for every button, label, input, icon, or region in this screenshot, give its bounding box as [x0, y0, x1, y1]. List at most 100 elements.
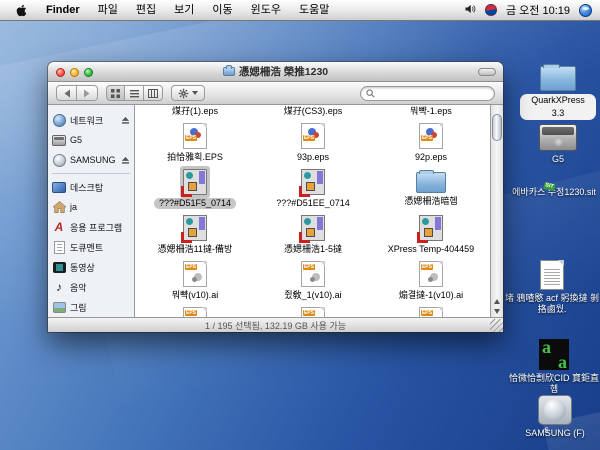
icon-view-button[interactable] [106, 85, 125, 101]
status-bar: 1 / 195 선택됨, 132.19 GB 사용 가능 [48, 317, 503, 332]
menu-edit[interactable]: 편집 [127, 0, 165, 21]
list-view-button[interactable] [125, 85, 144, 101]
ai-file-icon: EPS [183, 307, 207, 317]
scrollbar-thumb[interactable] [492, 114, 502, 141]
asa-font-icon: asa [539, 339, 569, 370]
sidebar-item-documents[interactable]: 도큐멘트 [48, 237, 134, 257]
vertical-scrollbar[interactable] [490, 105, 503, 317]
apple-menu-icon[interactable] [6, 4, 37, 17]
search-input[interactable] [360, 86, 495, 101]
sidebar-item-home[interactable]: ja [48, 197, 134, 217]
file-item[interactable]: EPS 拍恰雅획.EPS [136, 123, 254, 165]
sidebar-item-pictures[interactable]: 그림 [48, 297, 134, 317]
window-title-area: 憑媤柵浩 榮推1230 [223, 64, 328, 79]
file-label: 煤孖(1).eps [167, 106, 223, 117]
eps-file-icon: EPS [419, 123, 443, 149]
sidebar-item-network[interactable]: 네트워크 [48, 110, 134, 130]
sidebar-item-applications[interactable]: A 응용 프로그램 [48, 217, 134, 237]
file-item[interactable]: 憑媤柵浩暗헴 [372, 169, 490, 211]
toolbar-toggle-pill-button[interactable] [478, 68, 496, 76]
minimize-button[interactable] [70, 68, 79, 77]
sidebar-item-samsung[interactable]: SAMSUNG (F) [48, 150, 134, 170]
file-item[interactable]: 憑媤柵浩11撻-備방 [136, 215, 254, 257]
file-label: 煽결撻-1(v10).ai [394, 290, 468, 301]
eps-file-icon: EPS [301, 123, 325, 149]
file-item[interactable]: EPS 93p.eps [254, 123, 372, 165]
menu-extra-icon[interactable] [579, 4, 592, 17]
scroll-down-arrow[interactable] [491, 306, 503, 316]
file-item[interactable]: EPS 쥤敎_1(v10).ai [254, 261, 372, 303]
zoom-button[interactable] [84, 68, 93, 77]
eject-icon[interactable] [121, 156, 130, 164]
desktop-icon-samsung-disk[interactable]: SAMSUNG (F) [514, 395, 596, 439]
action-button[interactable] [171, 85, 205, 101]
sidebar-item-movies[interactable]: 동영상 [48, 257, 134, 277]
ai-file-icon: EPS [301, 261, 325, 287]
file-item[interactable]: EPS 뭐뺙(v10).ai [136, 261, 254, 303]
file-item[interactable]: 憑媤柵浩1-5撻 [254, 215, 372, 257]
eject-icon[interactable] [121, 116, 130, 124]
file-item[interactable]: EPS 煽결撻-1(v10).ai [372, 261, 490, 303]
file-item[interactable]: ???#D51EE_0714 [254, 169, 372, 211]
resize-grip[interactable] [490, 319, 503, 332]
file-item[interactable]: EPS [136, 307, 254, 317]
menu-file[interactable]: 파일 [89, 0, 127, 21]
menu-help[interactable]: 도움말 [290, 0, 338, 21]
window-body: 네트워크 G5 SAMSUNG (F) 데스크탑 ja A [48, 105, 503, 317]
external-disk-icon [538, 395, 572, 425]
title-bar[interactable]: 憑媤柵浩 榮推1230 [48, 62, 503, 82]
menu-view[interactable]: 보기 [165, 0, 203, 21]
hard-disk-icon [52, 134, 66, 147]
column-view-button[interactable] [144, 85, 163, 101]
external-disk-icon [52, 154, 66, 167]
back-button[interactable] [56, 85, 77, 101]
network-globe-icon [52, 114, 66, 127]
file-item[interactable]: EPS 92p.eps [372, 123, 490, 165]
text-document-icon [540, 260, 564, 290]
desktop-icon-g5[interactable]: G5 [520, 124, 596, 165]
movies-icon [52, 261, 66, 274]
file-label: 92p.eps [410, 152, 452, 163]
home-icon [52, 201, 66, 214]
forward-button[interactable] [77, 85, 98, 101]
quark-document-icon [301, 215, 325, 241]
file-label: 拍恰雅획.EPS [162, 152, 228, 163]
korean-input-flag-icon[interactable] [485, 4, 497, 16]
sidebar-item-desktop[interactable]: 데스크탑 [48, 177, 134, 197]
ai-file-icon: EPS [301, 307, 325, 317]
menu-clock[interactable]: 금 오전 10:19 [506, 2, 570, 18]
scroll-up-arrow[interactable] [491, 296, 503, 306]
finder-window: 憑媤柵浩 榮推1230 [48, 62, 503, 332]
desktop-icon-acf-document[interactable]: 堵 鴉喳愍 acf 躬換撻 剝 挌鹵웠. [505, 260, 599, 315]
file-item[interactable]: XPress Temp-404459 [372, 215, 490, 257]
menu-go[interactable]: 이동 [203, 0, 241, 21]
sidebar-item-music[interactable]: ♪ 음악 [48, 277, 134, 297]
file-label: 뭐뺙-1.eps [405, 106, 457, 117]
file-item[interactable]: EPS [254, 307, 372, 317]
window-title: 憑媤柵浩 榮推1230 [239, 64, 328, 79]
app-menu-finder[interactable]: Finder [37, 0, 89, 21]
close-button[interactable] [56, 68, 65, 77]
eps-file-icon: EPS [183, 123, 207, 149]
file-label: 憑媤柵浩暗헴 [399, 196, 462, 207]
menu-window[interactable]: 윈도우 [242, 0, 290, 21]
documents-icon [52, 241, 66, 254]
file-item[interactable]: EPS [372, 307, 490, 317]
applications-icon: A [52, 221, 66, 234]
desktop-icon-quarkxpress[interactable]: QuarkXPress 3.3 [520, 66, 596, 120]
file-item-selected[interactable]: ???#D51F5_0714 [136, 169, 254, 211]
ai-file-icon: EPS [419, 261, 443, 287]
ai-file-icon: EPS [183, 261, 207, 287]
desktop-icon [52, 181, 66, 194]
sidebar-item-g5[interactable]: G5 [48, 130, 134, 150]
desktop-icon-asa-cid-font[interactable]: asa 恰微恰剽欣CID 寶鉅直헴 [508, 339, 600, 395]
file-label: 煤孖(CS3).eps [279, 106, 348, 117]
file-item[interactable]: 뭐뺙-1.eps [372, 106, 490, 117]
status-text: 1 / 195 선택됨, 132.19 GB 사용 가능 [205, 319, 346, 332]
file-item[interactable]: 煤孖(CS3).eps [254, 106, 372, 117]
file-item[interactable]: 煤孖(1).eps [136, 106, 254, 117]
file-label: ???#D51EE_0714 [271, 198, 355, 209]
desktop-icon-stuffit-archive[interactable]: SIT 에바카스 수정1230.sit [508, 184, 600, 198]
volume-icon[interactable] [464, 3, 476, 18]
folder-icon [540, 66, 576, 91]
